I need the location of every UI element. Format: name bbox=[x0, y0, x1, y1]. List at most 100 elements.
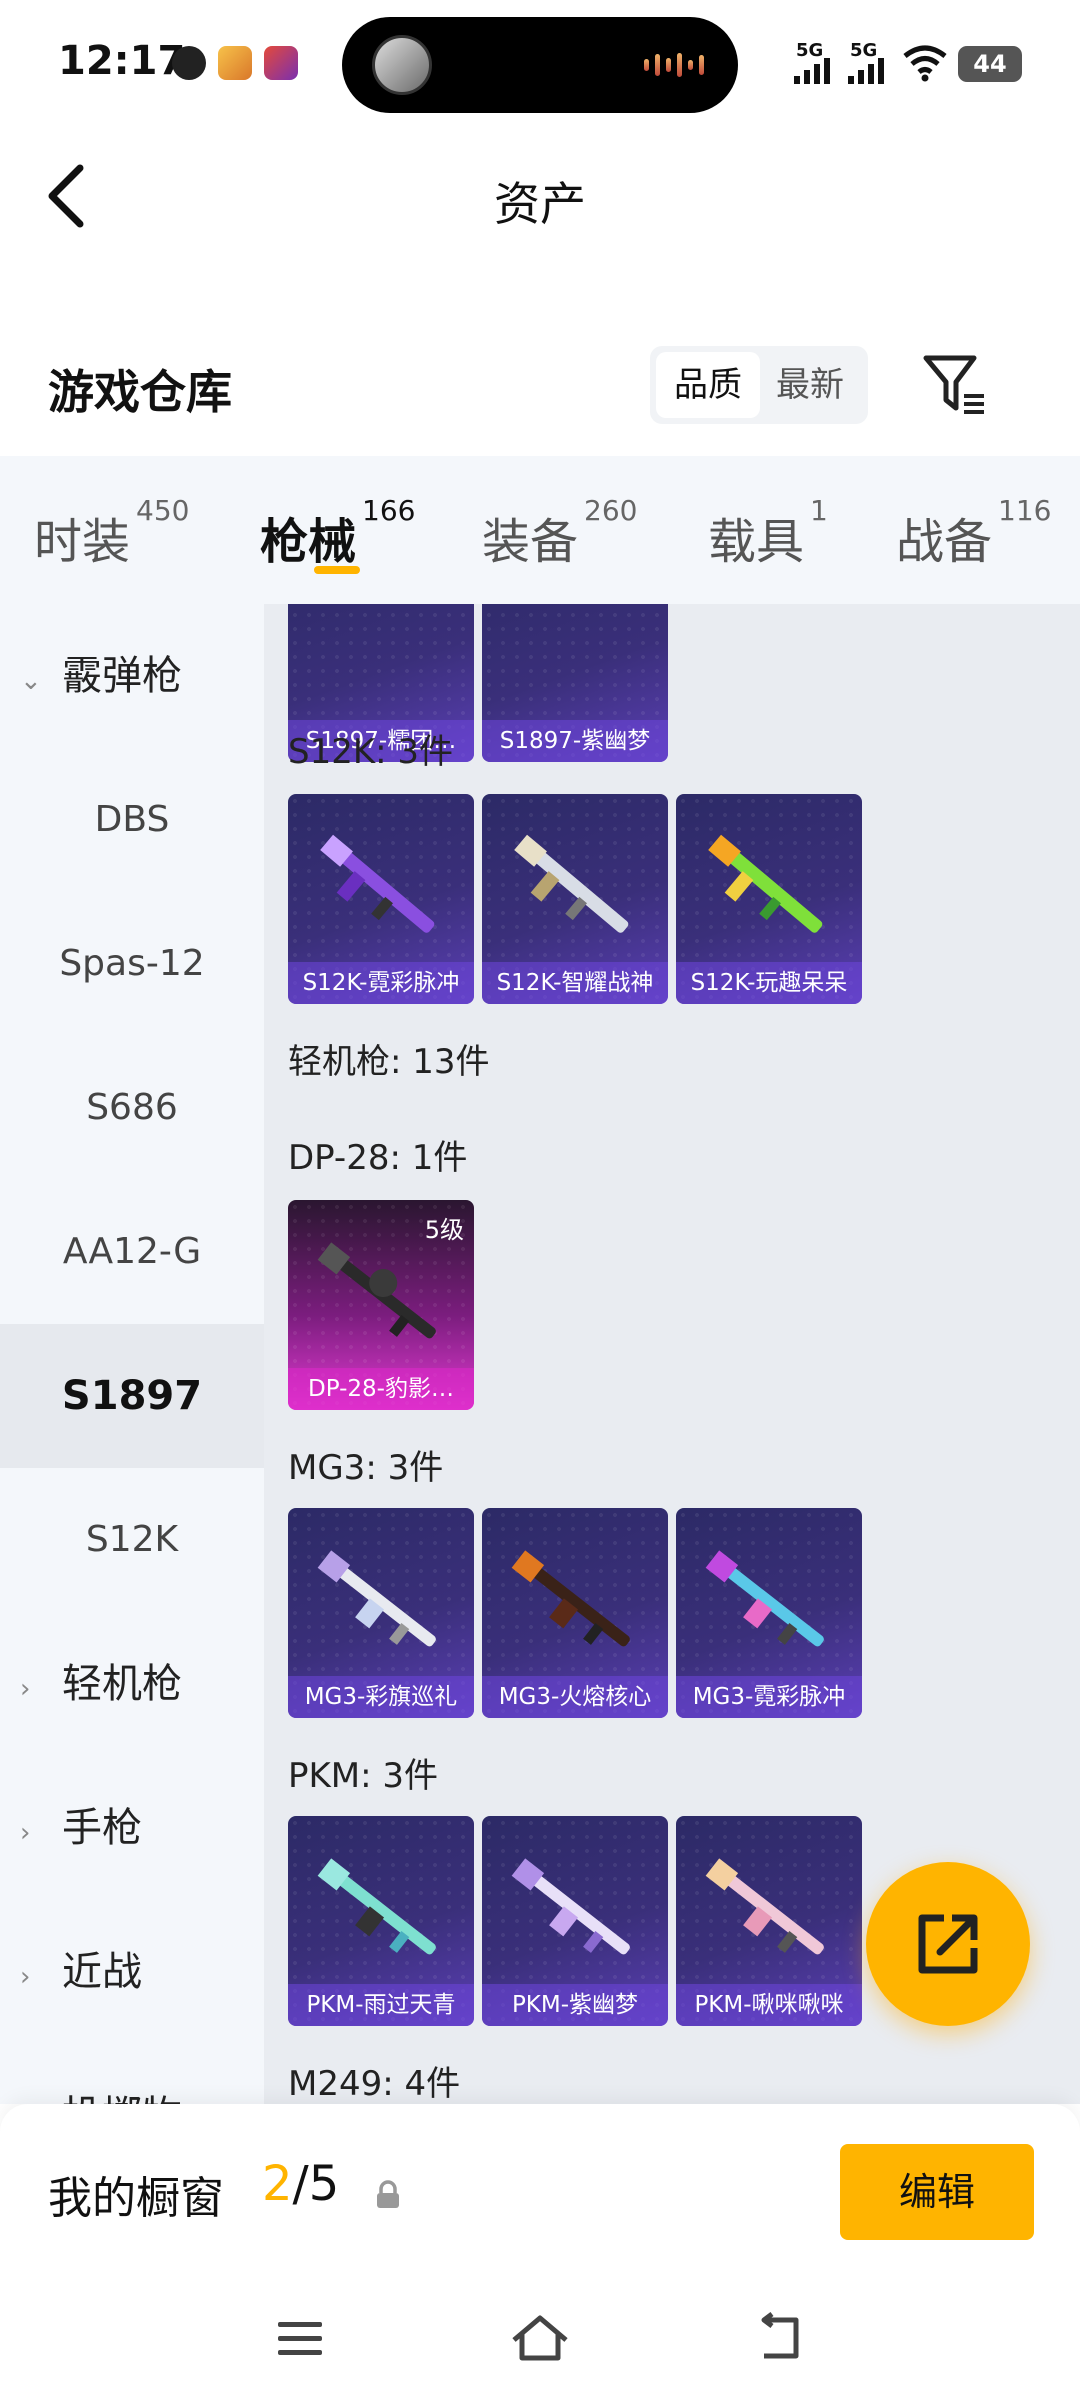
group-label-dp28: DP-28: 1件 bbox=[288, 1138, 468, 1178]
weapon-card[interactable]: MG3-火熔核心 bbox=[482, 1508, 668, 1718]
showcase-current: 2 bbox=[262, 2156, 293, 2212]
signal-icon-2 bbox=[848, 58, 884, 84]
status-bar: 12:17 5G 5G 44 bbox=[0, 0, 1080, 120]
sidebar-group-label: 近战 bbox=[62, 1949, 142, 1995]
sort-toggle: 品质 最新 bbox=[650, 346, 868, 424]
share-fab-button[interactable] bbox=[866, 1862, 1030, 2026]
system-nav-bar bbox=[0, 2284, 1080, 2400]
showcase-bar: 我的橱窗 2/5 编辑 bbox=[0, 2104, 1080, 2284]
tab-count: 260 bbox=[584, 494, 638, 527]
sort-quality-button[interactable]: 品质 bbox=[656, 352, 760, 418]
weapon-card-name: PKM-紫幽梦 bbox=[482, 1984, 668, 2026]
machine-gun-icon bbox=[511, 1550, 630, 1647]
rifle-icon bbox=[514, 834, 629, 933]
group-label-m249: M249: 4件 bbox=[288, 2064, 461, 2104]
app-root: { "status_bar": { "time": "12:17", "sign… bbox=[0, 0, 1080, 2400]
active-tab-indicator bbox=[314, 566, 360, 574]
tab-equipment[interactable]: 装备260 bbox=[482, 494, 637, 572]
weapon-type-sidebar: ⌄ 霰弹枪 DBS Spas-12 S686 AA12-G S1897 S12K … bbox=[0, 604, 264, 2104]
sidebar-group-throwables[interactable]: › 投掷物 bbox=[20, 2044, 182, 2104]
warehouse-title: 游戏仓库 bbox=[48, 365, 232, 419]
notification-app-icon bbox=[172, 46, 206, 80]
weapon-card-name: MG3-彩旗巡礼 bbox=[288, 1676, 474, 1718]
nav-menu-button[interactable] bbox=[264, 2306, 336, 2370]
weapon-card[interactable]: PKM-啾咪啾咪 bbox=[676, 1816, 862, 2026]
sidebar-group-lmg[interactable]: › 轻机枪 bbox=[20, 1612, 182, 1756]
sidebar-item-dbs[interactable]: DBS bbox=[0, 748, 264, 892]
rifle-icon bbox=[708, 834, 823, 933]
category-tabs: 时装450 枪械166 装备260 载具1 战备116 bbox=[0, 456, 1080, 604]
tab-label: 载具 bbox=[708, 514, 805, 570]
weapon-card[interactable]: MG3-霓彩脉冲 bbox=[676, 1508, 862, 1718]
group-label-mg3: MG3: 3件 bbox=[288, 1448, 444, 1488]
weapon-card-name: DP-28-豹影… bbox=[288, 1368, 474, 1410]
sidebar-item-aa12g[interactable]: AA12-G bbox=[0, 1180, 264, 1324]
machine-gun-icon bbox=[317, 1858, 436, 1955]
status-time: 12:17 bbox=[58, 38, 186, 84]
machine-gun-icon bbox=[705, 1858, 824, 1955]
sort-newest-button[interactable]: 最新 bbox=[758, 352, 862, 418]
edit-showcase-button[interactable]: 编辑 bbox=[840, 2144, 1034, 2240]
tab-combat-gear[interactable]: 战备116 bbox=[896, 494, 1051, 572]
sidebar-item-spas12[interactable]: Spas-12 bbox=[0, 892, 264, 1036]
weapon-card-name: S1897-紫幽梦 bbox=[482, 720, 668, 762]
dynamic-island[interactable] bbox=[342, 17, 738, 113]
weapon-card-name: MG3-霓彩脉冲 bbox=[676, 1676, 862, 1718]
chevron-right-icon: › bbox=[20, 2049, 44, 2104]
machine-gun-icon bbox=[511, 1858, 630, 1955]
sidebar-item-s686[interactable]: S686 bbox=[0, 1036, 264, 1180]
weapon-card[interactable]: MG3-彩旗巡礼 bbox=[288, 1508, 474, 1718]
notification-game-icon bbox=[218, 46, 252, 80]
group-label-lmg: 轻机枪: 13件 bbox=[288, 1042, 490, 1082]
machine-gun-icon bbox=[317, 1550, 436, 1647]
chevron-right-icon: › bbox=[20, 1818, 31, 1848]
weapon-card[interactable]: S12K-玩趣呆呆 bbox=[676, 794, 862, 1004]
showcase-count: 2/5 bbox=[262, 2156, 339, 2212]
weapon-card-name: PKM-啾咪啾咪 bbox=[676, 1984, 862, 2026]
filter-button[interactable] bbox=[920, 350, 990, 420]
sidebar-group-label: 轻机枪 bbox=[62, 1661, 182, 1707]
page-title: 资产 bbox=[494, 177, 586, 231]
rifle-icon bbox=[320, 834, 435, 933]
sidebar-item-s1897[interactable]: S1897 bbox=[0, 1324, 264, 1468]
nav-back-button[interactable] bbox=[744, 2306, 816, 2370]
tab-fashion[interactable]: 时装450 bbox=[34, 494, 189, 572]
tab-count: 116 bbox=[998, 494, 1052, 527]
tab-count: 166 bbox=[362, 494, 416, 527]
lock-icon bbox=[377, 2180, 399, 2208]
sidebar-group-label: 霰弹枪 bbox=[62, 653, 182, 699]
notification-game-icon-2 bbox=[264, 46, 298, 80]
weapon-card[interactable]: S1897-紫幽梦 bbox=[482, 604, 668, 762]
sidebar-group-shotgun[interactable]: ⌄ 霰弹枪 bbox=[20, 604, 182, 748]
sidebar-group-melee[interactable]: › 近战 bbox=[20, 1900, 142, 2044]
home-icon bbox=[512, 2315, 568, 2361]
weapon-card[interactable]: PKM-紫幽梦 bbox=[482, 1816, 668, 2026]
tab-count: 1 bbox=[810, 494, 828, 527]
weapon-card[interactable]: PKM-雨过天青 bbox=[288, 1816, 474, 2026]
group-label-pkm: PKM: 3件 bbox=[288, 1756, 439, 1796]
weapon-card-name: MG3-火熔核心 bbox=[482, 1676, 668, 1718]
tab-firearms[interactable]: 枪械166 bbox=[260, 494, 415, 572]
tab-label: 装备 bbox=[482, 514, 579, 570]
weapon-card[interactable]: S12K-智耀战神 bbox=[482, 794, 668, 1004]
group-label-s12k: S12K: 3件 bbox=[288, 732, 454, 772]
weapon-card[interactable]: S12K-霓彩脉冲 bbox=[288, 794, 474, 1004]
sidebar-item-s12k[interactable]: S12K bbox=[0, 1468, 264, 1612]
machine-gun-icon bbox=[317, 1242, 436, 1339]
weapon-card[interactable]: 5级 DP-28-豹影… bbox=[288, 1200, 474, 1410]
sidebar-group-pistol[interactable]: › 手枪 bbox=[20, 1756, 142, 1900]
signal-icon bbox=[794, 58, 830, 84]
wifi-icon bbox=[903, 45, 947, 82]
sidebar-group-label: 投掷物 bbox=[62, 2093, 182, 2104]
weapon-card-name: PKM-雨过天青 bbox=[288, 1984, 474, 2026]
chevron-right-icon: › bbox=[20, 1962, 31, 1992]
tab-label: 枪械 bbox=[260, 514, 357, 570]
tab-count: 450 bbox=[136, 494, 190, 527]
filter-icon bbox=[923, 355, 984, 414]
sidebar-group-label: 手枪 bbox=[62, 1805, 142, 1851]
media-thumbnail bbox=[372, 35, 432, 95]
tab-vehicles[interactable]: 载具1 bbox=[708, 494, 828, 572]
share-export-icon bbox=[918, 1914, 978, 1974]
back-gesture-icon bbox=[761, 2312, 799, 2359]
nav-home-button[interactable] bbox=[504, 2306, 576, 2370]
